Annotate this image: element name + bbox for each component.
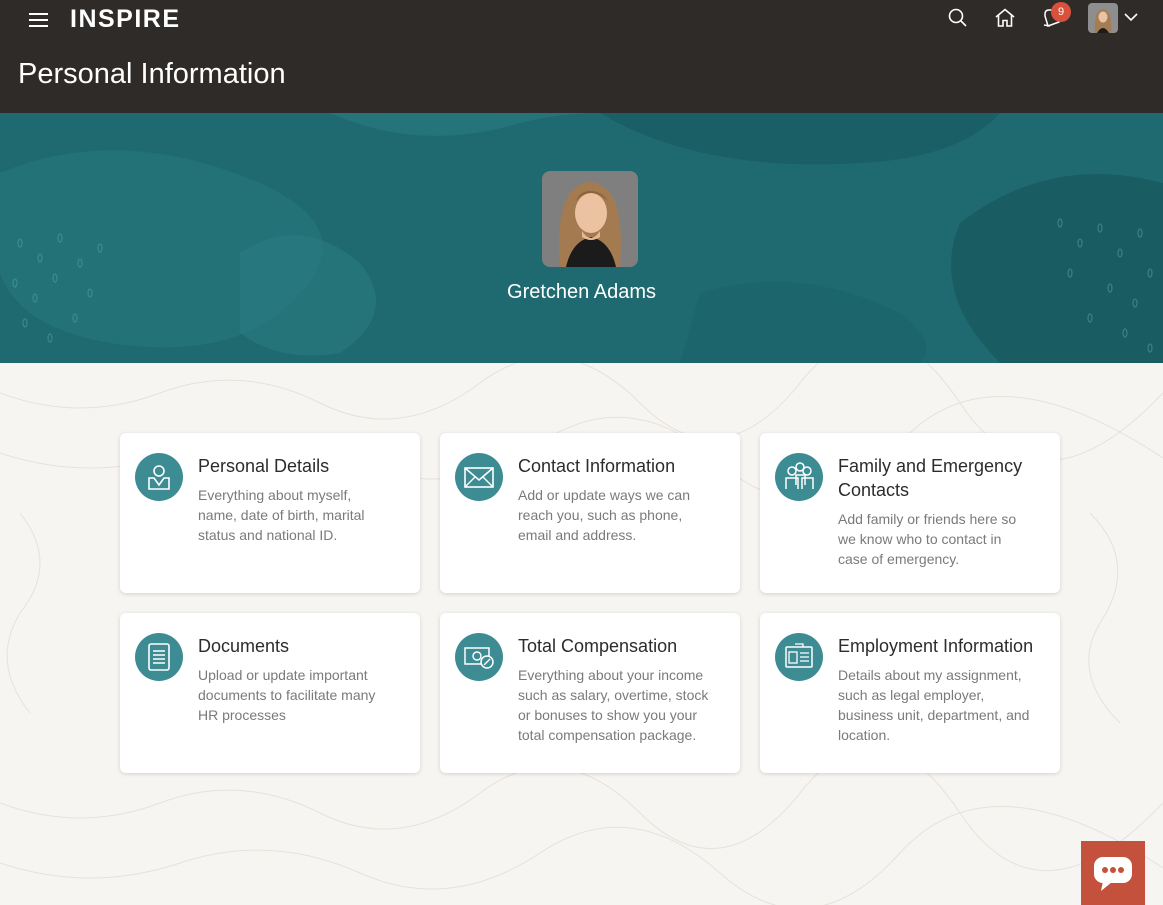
user-avatar[interactable] [1088, 3, 1118, 33]
profile-banner: Gretchen Adams [0, 113, 1163, 363]
card-title: Total Compensation [518, 636, 678, 656]
card-description: Add or update ways we can reach you, suc… [518, 487, 690, 543]
card-description: Upload or update important documents to … [198, 667, 376, 723]
search-icon[interactable] [946, 6, 970, 30]
card-title: Documents [198, 636, 290, 656]
card-description: Add family or friends here so we know wh… [838, 511, 1017, 567]
card-description: Everything about your income such as sal… [518, 667, 709, 743]
profile-name: Gretchen Adams [507, 281, 656, 303]
envelope-icon [455, 453, 503, 501]
card-description: Details about my assignment, such as leg… [838, 667, 1030, 743]
card-employment-information[interactable]: Employment Information Details about my … [760, 613, 1060, 773]
profile-photo[interactable] [542, 171, 638, 267]
card-title: Family and Emergency Contacts [838, 456, 1023, 500]
top-bar: INSPIRE 9 Personal Information [0, 0, 1163, 113]
card-title: Contact Information [518, 456, 676, 476]
card-description: Everything about myself, name, date of b… [198, 487, 365, 543]
main-content: Personal Details Everything about myself… [0, 363, 1163, 905]
id-card-icon [775, 633, 823, 681]
card-title: Employment Information [838, 636, 1034, 656]
card-contact-information[interactable]: Contact Information Add or update ways w… [440, 433, 740, 593]
chat-button[interactable] [1081, 841, 1145, 905]
chevron-down-icon[interactable] [1123, 11, 1139, 23]
menu-icon[interactable] [29, 10, 49, 28]
brand-logo[interactable]: INSPIRE [70, 5, 181, 34]
home-icon[interactable] [993, 6, 1017, 30]
family-icon [775, 453, 823, 501]
card-personal-details[interactable]: Personal Details Everything about myself… [120, 433, 420, 593]
card-family-emergency[interactable]: Family and Emergency Contacts Add family… [760, 433, 1060, 593]
notification-badge: 9 [1051, 2, 1071, 22]
person-id-icon [135, 453, 183, 501]
document-icon [135, 633, 183, 681]
card-documents[interactable]: Documents Upload or update important doc… [120, 613, 420, 773]
chat-icon [1094, 857, 1132, 891]
card-title: Personal Details [198, 456, 330, 476]
card-total-compensation[interactable]: Total Compensation Everything about your… [440, 613, 740, 773]
page-title: Personal Information [18, 58, 286, 90]
money-icon [455, 633, 503, 681]
